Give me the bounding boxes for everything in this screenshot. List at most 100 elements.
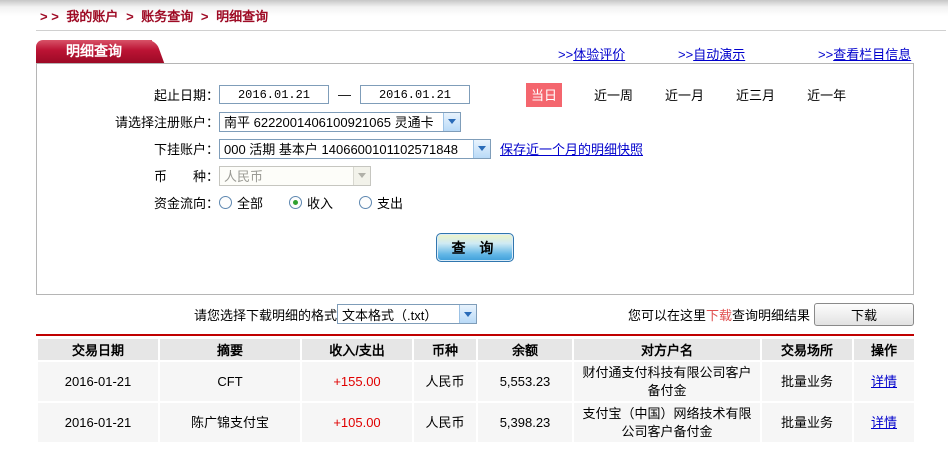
flow-option-label: 支出 [377, 193, 403, 212]
col-header-counterparty: 对方户名 [574, 339, 760, 360]
sub-account-label: 下挂账户： [37, 139, 219, 158]
sub-account-row: 下挂账户： 000 活期 基本户 1406600101102571848 保存近… [37, 135, 913, 162]
download-hint-link[interactable]: 下载 [706, 305, 732, 324]
link-label: 查看栏目信息 [833, 47, 911, 62]
detail-link[interactable]: 详情 [871, 374, 897, 389]
col-header-action: 操作 [854, 339, 914, 360]
cell-counterparty: 支付宝（中国）网络技术有限公司客户备付金 [574, 403, 760, 442]
quick-range-month[interactable]: 近一月 [665, 85, 704, 104]
link-arrows: >> [678, 47, 693, 62]
account-row: 请选择注册账户： 南平 6222001406100921065 灵通卡 [37, 108, 913, 135]
header-divider [36, 30, 946, 31]
main-content: 明细查询 >>体验评价 >>自动演示 >>查看栏目信息 起止日期： — 当日 近… [36, 40, 914, 444]
flow-radio-0[interactable] [219, 196, 232, 209]
link-label: 体验评价 [573, 47, 625, 62]
table-row: 2016-01-21 陈广锦支付宝 +105.00 人民币 5,398.23 支… [38, 403, 914, 442]
download-button[interactable]: 下载 [814, 303, 914, 326]
breadcrumb-separator: > [201, 9, 209, 24]
chevron-down-icon [459, 305, 476, 323]
query-button[interactable]: 查 询 [436, 233, 514, 262]
table-header-row: 交易日期 摘要 收入/支出 币种 余额 对方户名 交易场所 操作 [38, 339, 914, 360]
col-header-currency: 币种 [414, 339, 476, 360]
table-row: 2016-01-21 CFT +155.00 人民币 5,553.23 财付通支… [38, 362, 914, 401]
start-date-input[interactable] [219, 85, 329, 104]
cell-currency: 人民币 [414, 403, 476, 442]
breadcrumb-item-detail-query[interactable]: 明细查询 [216, 9, 268, 24]
download-row: 请您选择下载明细的格式 文本格式（.txt） 您可以在这里 下载 查询明细结果 … [36, 301, 914, 327]
cell-amount: +105.00 [302, 403, 412, 442]
chevron-down-icon [443, 113, 460, 131]
cell-currency: 人民币 [414, 362, 476, 401]
cell-counterparty: 财付通支付科技有限公司客户备付金 [574, 362, 760, 401]
breadcrumb-item-my-account[interactable]: 我的账户 [66, 9, 118, 24]
col-header-summary: 摘要 [160, 339, 300, 360]
currency-select: 人民币 [219, 166, 371, 186]
link-label: 自动演示 [693, 47, 745, 62]
cell-amount: +155.00 [302, 362, 412, 401]
currency-row: 币 种： 人民币 [37, 162, 913, 189]
flow-radio-1[interactable] [289, 196, 302, 209]
cell-venue: 批量业务 [762, 403, 852, 442]
download-format-label: 请您选择下载明细的格式 [194, 305, 337, 324]
flow-option-all[interactable]: 全部 [219, 193, 263, 212]
registered-account-select[interactable]: 南平 6222001406100921065 灵通卡 [219, 112, 461, 132]
download-hint-suffix: 查询明细结果 [732, 305, 810, 324]
link-experience-rating[interactable]: >>体验评价 [558, 44, 625, 63]
chevron-down-icon [473, 140, 490, 158]
col-header-venue: 交易场所 [762, 339, 852, 360]
download-format-select[interactable]: 文本格式（.txt） [337, 304, 477, 324]
cell-action: 详情 [854, 362, 914, 401]
sub-account-select[interactable]: 000 活期 基本户 1406600101102571848 [219, 139, 491, 159]
query-form-panel: 起止日期： — 当日 近一周 近一月 近三月 近一年 请选择注册账户： 南平 6… [36, 63, 914, 295]
breadcrumb-item-account-query[interactable]: 账务查询 [141, 9, 193, 24]
cell-venue: 批量业务 [762, 362, 852, 401]
transactions-table: 交易日期 摘要 收入/支出 币种 余额 对方户名 交易场所 操作 2016-01… [36, 337, 916, 444]
col-header-balance: 余额 [478, 339, 572, 360]
tab-title: 明细查询 [66, 43, 122, 59]
currency-value: 人民币 [220, 166, 353, 185]
quick-range-week[interactable]: 近一周 [594, 85, 633, 104]
detail-link[interactable]: 详情 [871, 415, 897, 430]
chevron-down-icon [353, 167, 370, 185]
flow-direction-row: 资金流向： 全部 收入 支出 [37, 189, 913, 216]
save-monthly-snapshot-link[interactable]: 保存近一个月的明细快照 [500, 139, 643, 158]
flow-radio-2[interactable] [359, 196, 372, 209]
cell-summary: CFT [160, 362, 300, 401]
download-format-value: 文本格式（.txt） [338, 305, 459, 324]
download-hint-prefix: 您可以在这里 [628, 305, 706, 324]
tab-detail-query[interactable]: 明细查询 [36, 40, 152, 63]
date-range-label: 起止日期： [37, 85, 219, 104]
date-separator: — [338, 87, 351, 102]
flow-option-expense[interactable]: 支出 [359, 193, 403, 212]
breadcrumb-arrows: > > [40, 9, 59, 24]
col-header-date: 交易日期 [38, 339, 158, 360]
currency-label: 币 种： [37, 166, 219, 185]
flow-option-income[interactable]: 收入 [289, 193, 333, 212]
table-top-divider [36, 334, 914, 336]
tab-row: 明细查询 >>体验评价 >>自动演示 >>查看栏目信息 [36, 40, 914, 63]
date-range-row: 起止日期： — 当日 近一周 近一月 近三月 近一年 [37, 81, 913, 108]
sub-account-value: 000 活期 基本户 1406600101102571848 [220, 139, 473, 158]
account-label: 请选择注册账户： [37, 112, 219, 131]
quick-range-quarter[interactable]: 近三月 [736, 85, 775, 104]
link-auto-demo[interactable]: >>自动演示 [678, 44, 745, 63]
download-hint-group: 您可以在这里 下载 查询明细结果 下载 [628, 303, 914, 326]
cell-date: 2016-01-21 [38, 362, 158, 401]
quick-range-year[interactable]: 近一年 [807, 85, 846, 104]
flow-option-label: 收入 [307, 193, 333, 212]
link-arrows: >> [818, 47, 833, 62]
col-header-amount: 收入/支出 [302, 339, 412, 360]
cell-balance: 5,398.23 [478, 403, 572, 442]
cell-summary: 陈广锦支付宝 [160, 403, 300, 442]
link-arrows: >> [558, 47, 573, 62]
link-view-column-info[interactable]: >>查看栏目信息 [818, 44, 911, 63]
flow-option-label: 全部 [237, 193, 263, 212]
quick-range-today[interactable]: 当日 [526, 83, 562, 107]
cell-action: 详情 [854, 403, 914, 442]
registered-account-value: 南平 6222001406100921065 灵通卡 [220, 112, 443, 131]
breadcrumb: > > 我的账户 > 账务查询 > 明细查询 [36, 6, 268, 25]
flow-direction-label: 资金流向： [37, 193, 219, 212]
breadcrumb-bar: > > 我的账户 > 账务查询 > 明细查询 [0, 0, 948, 30]
breadcrumb-separator: > [126, 9, 134, 24]
end-date-input[interactable] [360, 85, 470, 104]
